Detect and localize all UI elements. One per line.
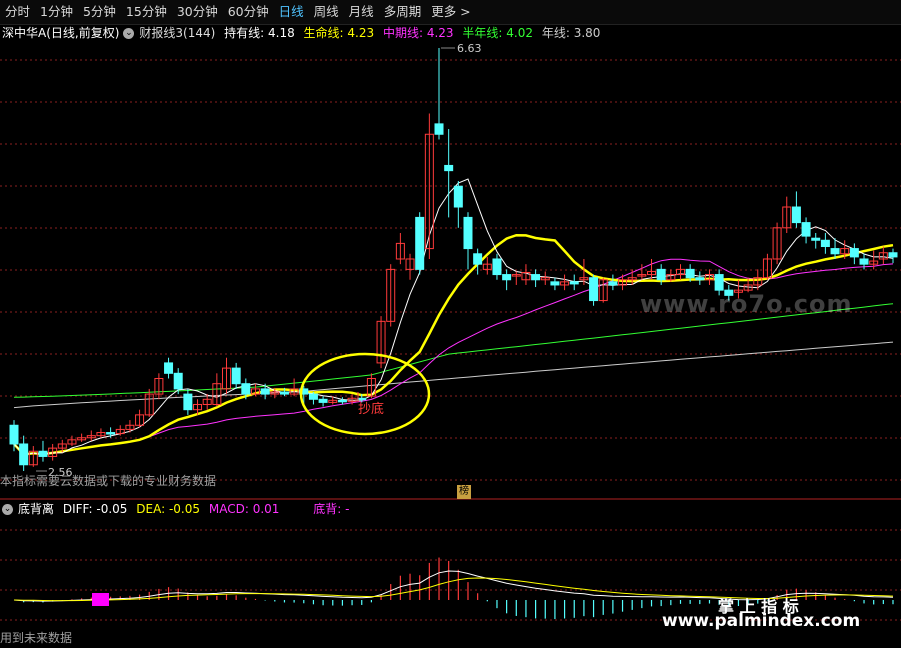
legend-divergence: 底背: - <box>313 502 350 516</box>
watermark-brand-url: www.palmindex.com <box>662 611 861 631</box>
candle-body <box>714 274 724 291</box>
sub-indicator-bar: ⌄ 底背离 DIFF: -0.05 DEA: -0.05 MACD: 0.01 底… <box>0 500 354 518</box>
candle-body <box>231 367 241 385</box>
candle-body <box>830 248 840 255</box>
candle-body <box>589 277 599 302</box>
bottom-signal-label: 抄底 <box>358 401 384 417</box>
candle-body <box>9 424 19 445</box>
candle-body <box>849 248 859 258</box>
chevron-down-icon[interactable]: ⌄ <box>2 504 13 515</box>
candle-body <box>473 253 483 265</box>
candle-body <box>502 274 512 281</box>
candle-body <box>811 237 821 241</box>
candle-body <box>38 450 48 457</box>
candle-body <box>337 399 347 403</box>
candle-body <box>569 281 579 285</box>
candle-body <box>608 281 618 286</box>
sub-indicator-name[interactable]: 底背离 <box>18 502 54 516</box>
candle-body <box>279 391 289 395</box>
candle-body <box>183 393 193 411</box>
candle-body <box>19 443 29 466</box>
candle-body <box>308 393 318 400</box>
candle-body <box>415 216 425 270</box>
kline-chart[interactable]: 抄底 6.63 2.56 <box>0 0 901 648</box>
candle-body <box>531 274 541 281</box>
candle-body <box>357 397 367 401</box>
candle-body <box>318 398 328 403</box>
candle-body <box>550 281 560 286</box>
high-price-label: 6.63 <box>457 42 482 55</box>
candle-body <box>820 239 830 248</box>
legend-macd: MACD: 0.01 <box>208 502 280 516</box>
candle-body <box>463 216 473 250</box>
rank-badge[interactable]: 榜 <box>457 485 471 499</box>
candle-body <box>241 383 251 395</box>
legend-diff: DIFF: -0.05 <box>62 502 128 516</box>
future-data-notice: 用到未来数据 <box>0 631 73 645</box>
mid-term-line <box>13 258 894 455</box>
candle-body <box>453 185 463 208</box>
candle-body <box>106 432 116 435</box>
candle-body <box>444 164 454 172</box>
candle-body <box>801 222 811 237</box>
candle-body <box>791 206 801 224</box>
candle-body <box>656 268 666 281</box>
legend-dea: DEA: -0.05 <box>136 502 201 516</box>
candlesticks <box>9 48 898 471</box>
candle-body <box>434 123 444 135</box>
year-line <box>13 341 894 409</box>
candle-body <box>685 268 695 279</box>
candle-body <box>164 362 174 374</box>
candle-body <box>492 258 502 276</box>
candle-body <box>173 372 183 390</box>
data-notice: 本指标需要云数据或下载的专业财务数据 <box>0 474 217 488</box>
watermark-url: www.ro7o.com <box>640 290 853 318</box>
grid-lines <box>0 59 901 621</box>
candle-body <box>695 277 705 281</box>
candle-body <box>888 252 898 258</box>
candle-body <box>260 388 270 395</box>
candle-body <box>859 258 869 265</box>
divergence-marker <box>92 593 109 606</box>
